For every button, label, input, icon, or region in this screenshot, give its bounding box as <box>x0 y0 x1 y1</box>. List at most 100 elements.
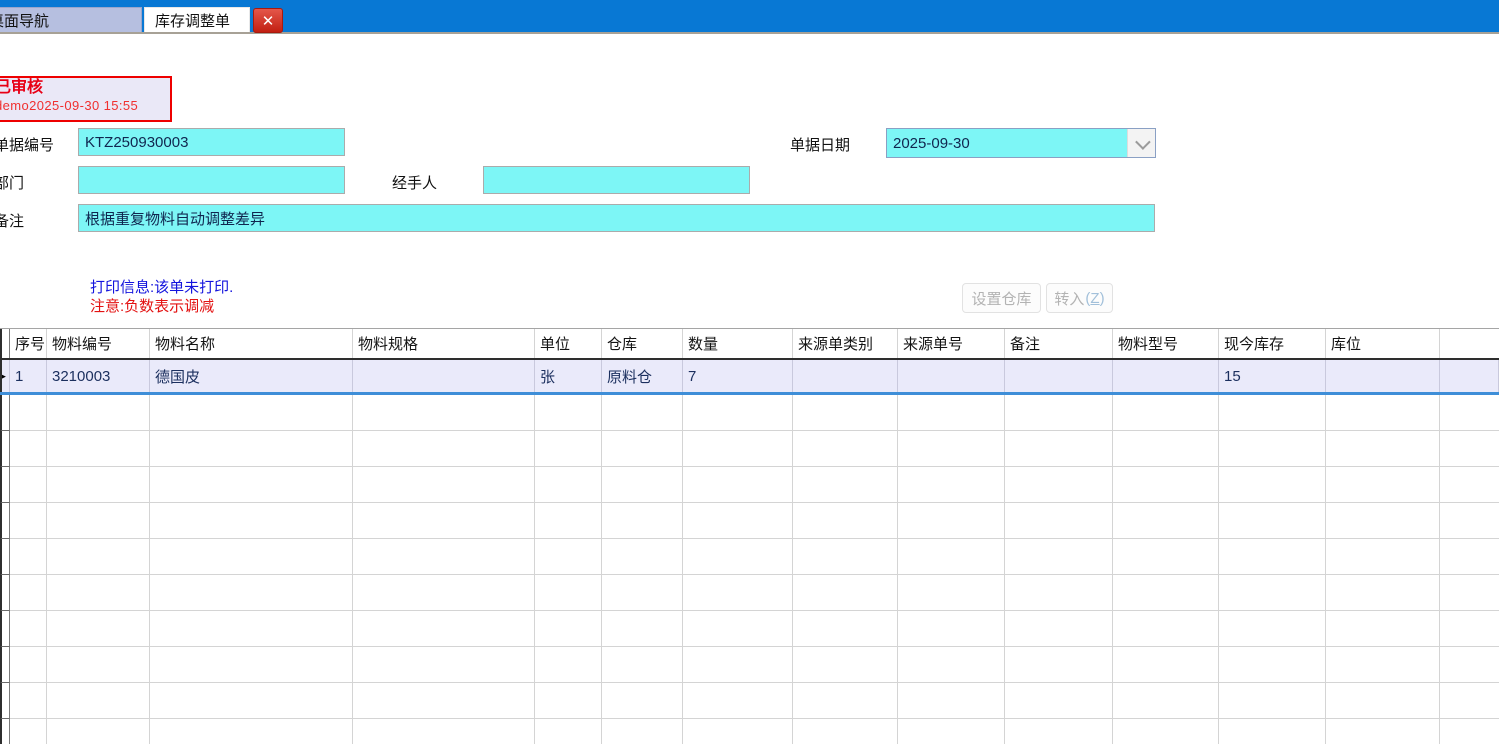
empty-cell[interactable] <box>602 395 683 430</box>
header-spec[interactable]: 物料规格 <box>353 329 535 358</box>
empty-cell[interactable] <box>150 431 353 466</box>
empty-cell[interactable] <box>898 719 1005 744</box>
header-location[interactable]: 库位 <box>1326 329 1440 358</box>
empty-cell[interactable] <box>47 719 150 744</box>
empty-cell[interactable] <box>47 503 150 538</box>
empty-cell[interactable] <box>1113 395 1219 430</box>
empty-cell[interactable] <box>535 719 602 744</box>
empty-cell[interactable] <box>683 719 793 744</box>
empty-cell[interactable] <box>1219 503 1326 538</box>
empty-cell[interactable] <box>898 647 1005 682</box>
empty-cell[interactable] <box>793 503 898 538</box>
empty-cell[interactable] <box>898 503 1005 538</box>
empty-cell[interactable] <box>47 647 150 682</box>
empty-cell[interactable] <box>1005 575 1113 610</box>
empty-cell[interactable] <box>150 647 353 682</box>
empty-cell[interactable] <box>898 539 1005 574</box>
empty-cell[interactable] <box>683 503 793 538</box>
empty-cell[interactable] <box>793 719 898 744</box>
empty-cell[interactable] <box>10 611 47 646</box>
empty-cell[interactable] <box>683 611 793 646</box>
empty-cell[interactable] <box>535 467 602 502</box>
empty-cell[interactable] <box>793 683 898 718</box>
empty-cell[interactable] <box>10 503 47 538</box>
empty-cell[interactable] <box>1005 683 1113 718</box>
cell-warehouse[interactable]: 原料仓 <box>602 360 683 392</box>
empty-cell[interactable] <box>353 467 535 502</box>
empty-cell[interactable] <box>1326 503 1440 538</box>
empty-cell[interactable] <box>1326 647 1440 682</box>
empty-cell[interactable] <box>353 431 535 466</box>
header-remark[interactable]: 备注 <box>1005 329 1113 358</box>
cell-qty[interactable]: 7 <box>683 360 793 392</box>
empty-cell[interactable] <box>150 719 353 744</box>
empty-cell[interactable] <box>1113 467 1219 502</box>
empty-cell[interactable] <box>1219 539 1326 574</box>
empty-cell[interactable] <box>47 683 150 718</box>
empty-cell[interactable] <box>150 395 353 430</box>
close-tab-icon[interactable]: ✕ <box>253 8 283 33</box>
empty-cell[interactable] <box>1113 431 1219 466</box>
empty-cell[interactable] <box>1440 503 1499 538</box>
empty-cell[interactable] <box>1326 719 1440 744</box>
empty-cell[interactable] <box>683 431 793 466</box>
table-row-empty[interactable] <box>0 395 1499 431</box>
cell-src-type[interactable] <box>793 360 898 392</box>
date-combobox[interactable]: 2025-09-30 <box>886 128 1156 158</box>
header-stock[interactable]: 现今库存 <box>1219 329 1326 358</box>
header-code[interactable]: 物料编号 <box>47 329 150 358</box>
empty-cell[interactable] <box>10 683 47 718</box>
empty-cell[interactable] <box>47 467 150 502</box>
header-qty[interactable]: 数量 <box>683 329 793 358</box>
empty-cell[interactable] <box>150 683 353 718</box>
empty-cell[interactable] <box>683 467 793 502</box>
empty-cell[interactable] <box>1219 611 1326 646</box>
empty-cell[interactable] <box>1005 503 1113 538</box>
empty-cell[interactable] <box>1113 647 1219 682</box>
empty-cell[interactable] <box>1005 611 1113 646</box>
empty-cell[interactable] <box>150 611 353 646</box>
empty-cell[interactable] <box>47 395 150 430</box>
empty-cell[interactable] <box>1440 611 1499 646</box>
cell-code[interactable]: 3210003 <box>47 360 150 392</box>
empty-cell[interactable] <box>535 611 602 646</box>
empty-cell[interactable] <box>898 395 1005 430</box>
empty-cell[interactable] <box>1440 539 1499 574</box>
empty-cell[interactable] <box>47 575 150 610</box>
empty-cell[interactable] <box>793 539 898 574</box>
cell-name[interactable]: 德国皮 <box>150 360 353 392</box>
empty-cell[interactable] <box>47 431 150 466</box>
cell-unit[interactable]: 张 <box>535 360 602 392</box>
transfer-button[interactable]: 转入 (Z) <box>1046 283 1113 313</box>
empty-cell[interactable] <box>602 647 683 682</box>
empty-cell[interactable] <box>47 539 150 574</box>
table-row-empty[interactable] <box>0 467 1499 503</box>
empty-cell[interactable] <box>1005 539 1113 574</box>
cell-remark[interactable] <box>1005 360 1113 392</box>
empty-cell[interactable] <box>535 539 602 574</box>
empty-cell[interactable] <box>47 611 150 646</box>
empty-cell[interactable] <box>1113 683 1219 718</box>
cell-spec[interactable] <box>353 360 535 392</box>
empty-cell[interactable] <box>353 647 535 682</box>
empty-cell[interactable] <box>793 395 898 430</box>
header-warehouse[interactable]: 仓库 <box>602 329 683 358</box>
tab-desktop-nav[interactable]: 桌面导航 <box>0 7 142 32</box>
empty-cell[interactable] <box>793 575 898 610</box>
cell-model[interactable] <box>1113 360 1219 392</box>
header-model[interactable]: 物料型号 <box>1113 329 1219 358</box>
empty-cell[interactable] <box>898 575 1005 610</box>
empty-cell[interactable] <box>1326 611 1440 646</box>
table-row-empty[interactable] <box>0 539 1499 575</box>
empty-cell[interactable] <box>1219 395 1326 430</box>
empty-cell[interactable] <box>898 683 1005 718</box>
doc-no-input[interactable]: KTZ250930003 <box>78 128 345 156</box>
empty-cell[interactable] <box>1440 395 1499 430</box>
empty-cell[interactable] <box>793 431 898 466</box>
header-seq[interactable]: 序号 <box>10 329 47 358</box>
table-row-empty[interactable] <box>0 611 1499 647</box>
header-unit[interactable]: 单位 <box>535 329 602 358</box>
empty-cell[interactable] <box>1326 431 1440 466</box>
empty-cell[interactable] <box>683 539 793 574</box>
empty-cell[interactable] <box>793 467 898 502</box>
